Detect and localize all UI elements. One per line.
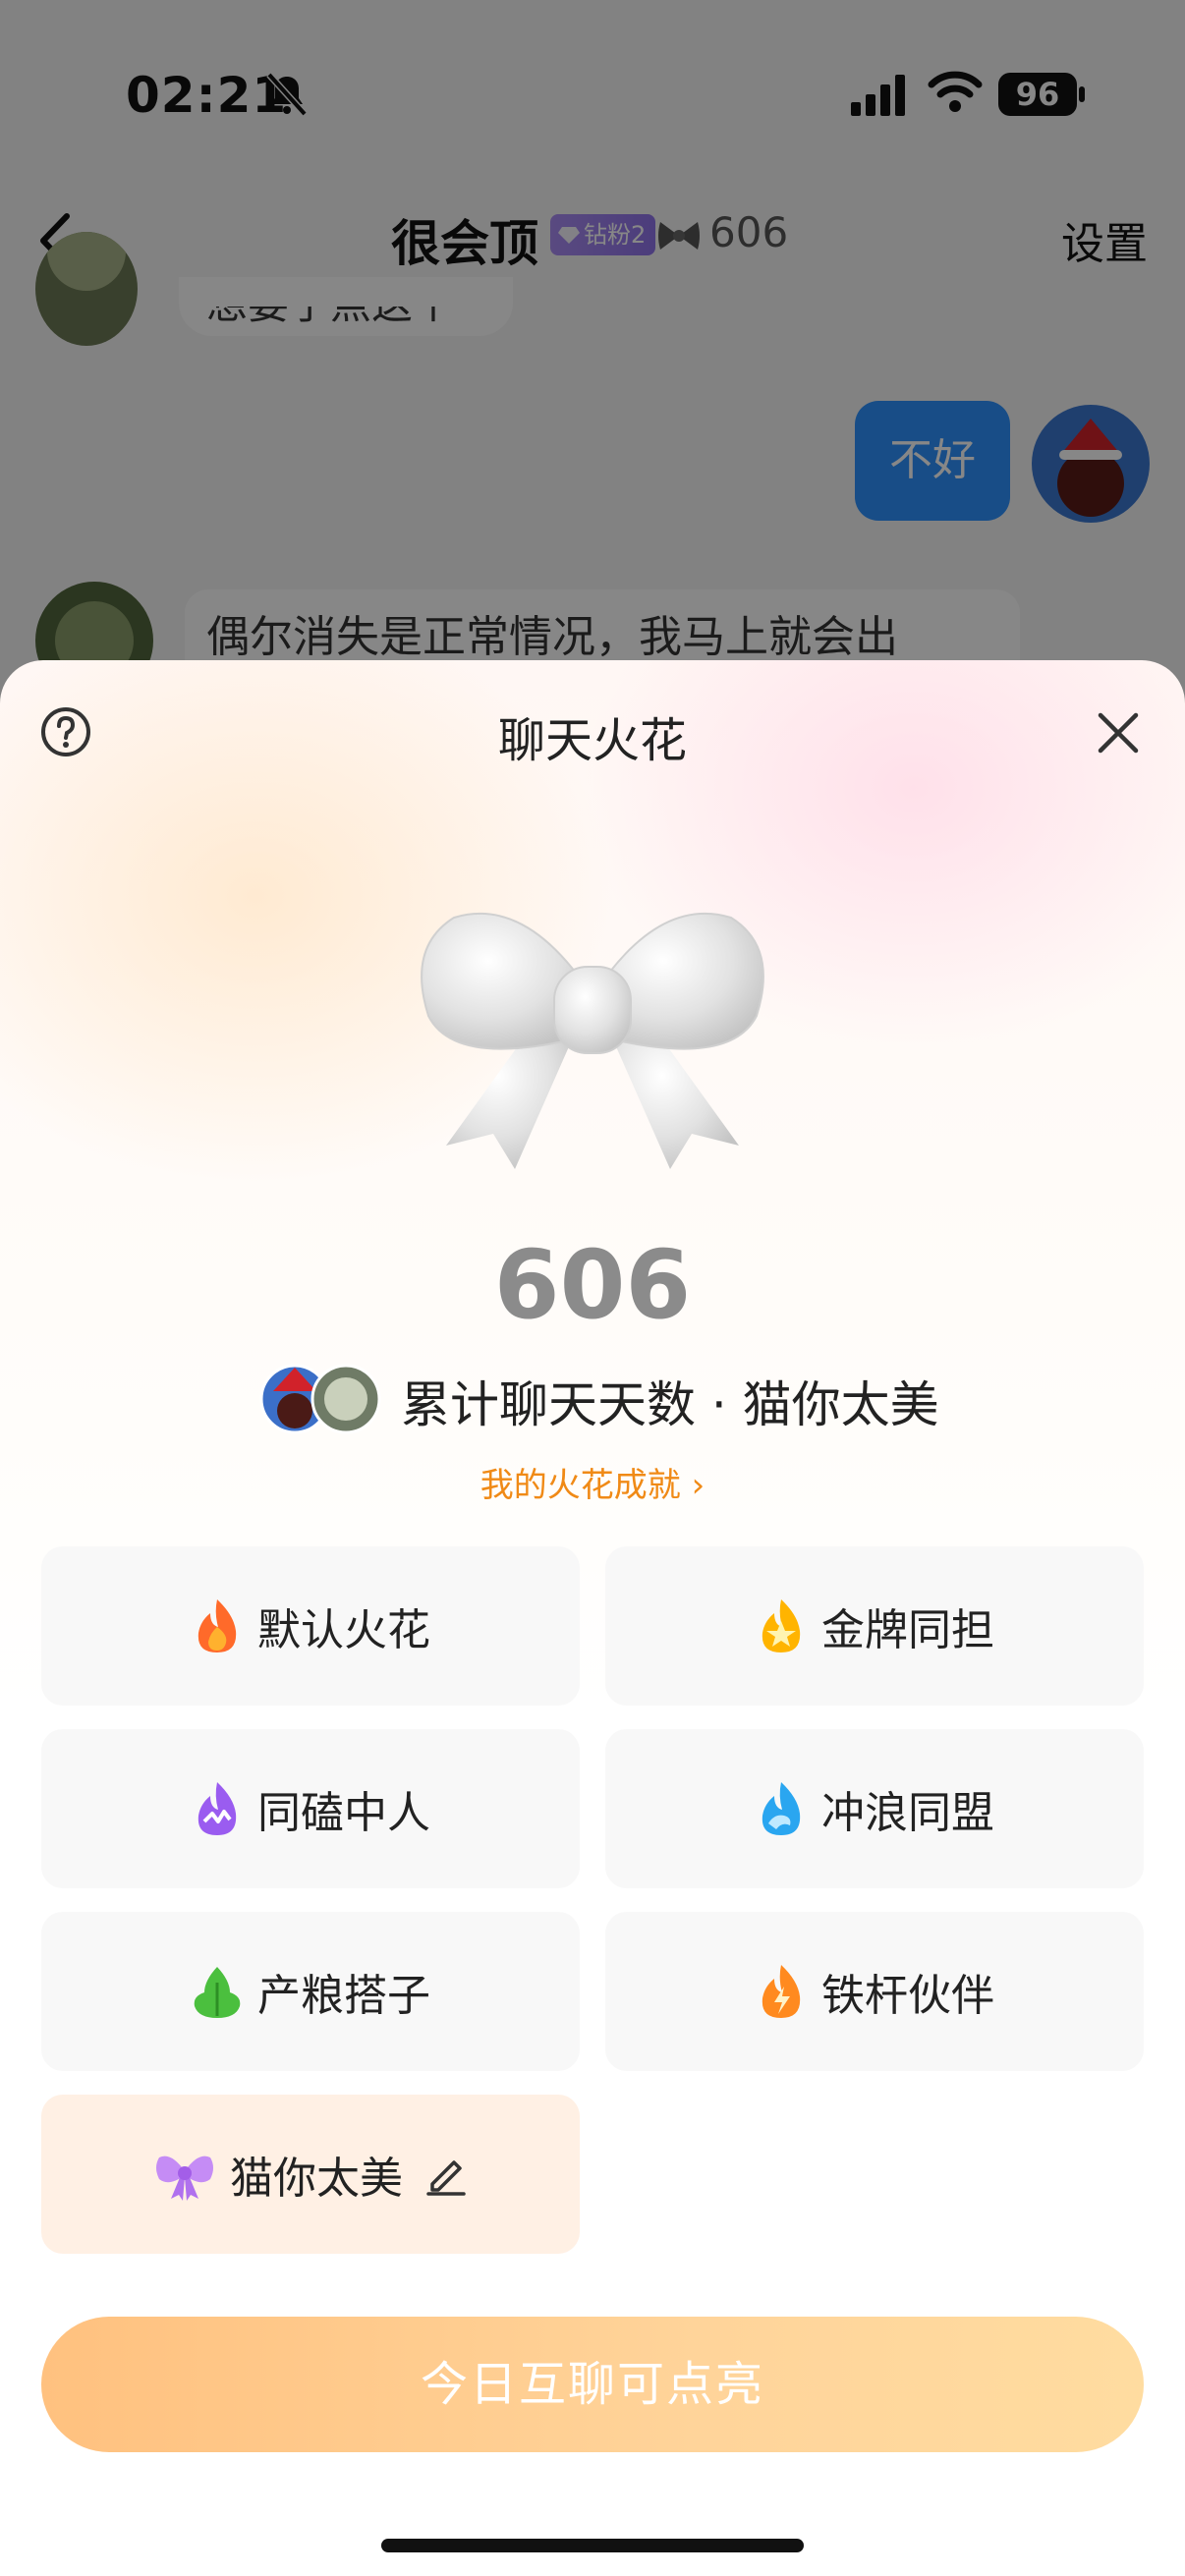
spark-card-tongke[interactable]: 同磕中人 <box>41 1729 580 1888</box>
flame-blue-wave-icon <box>762 1782 801 1835</box>
flame-gold-star-icon <box>762 1599 801 1652</box>
spark-card-label: 产粮搭子 <box>257 1971 430 2021</box>
flame-purple-icon <box>198 1782 237 1835</box>
purple-bow-icon <box>156 2156 213 2201</box>
light-up-button[interactable]: 今日互聊可点亮 <box>41 2317 1144 2452</box>
home-indicator <box>381 2539 804 2552</box>
spark-card-label: 铁杆伙伴 <box>821 1971 994 2021</box>
sheet-title: 聊天火花 <box>497 713 687 768</box>
pair-avatars <box>259 1364 381 1434</box>
spark-card-label: 冲浪同盟 <box>821 1788 994 1838</box>
cumulative-days-label: 累计聊天天数 · 猫你太美 <box>401 1376 939 1433</box>
silver-bow-icon <box>421 912 764 1169</box>
spark-card-tiegan[interactable]: 铁杆伙伴 <box>605 1912 1144 2071</box>
close-icon[interactable] <box>1097 711 1140 755</box>
spark-card-label: 金牌同担 <box>821 1605 994 1655</box>
spark-day-count: 606 <box>493 1230 692 1340</box>
spark-card-liang[interactable]: 产粮搭子 <box>41 1912 580 2071</box>
spark-card-label: 同磕中人 <box>257 1788 430 1838</box>
flame-orange-icon <box>198 1599 237 1652</box>
spark-achievement-link[interactable]: 我的火花成就 › <box>0 1458 1185 1506</box>
flame-lightning-icon <box>762 1965 801 2018</box>
leaf-green-icon <box>194 1967 241 2018</box>
edit-pencil-icon[interactable] <box>424 2153 468 2196</box>
spark-card-gold[interactable]: 金牌同担 <box>605 1546 1144 1706</box>
spark-card-label: 猫你太美 <box>230 2154 403 2204</box>
spark-card-label: 默认火花 <box>257 1605 430 1655</box>
spark-card-surf[interactable]: 冲浪同盟 <box>605 1729 1144 1888</box>
chat-spark-sheet: 聊天火花 606 累计聊天天数 · 猫你太美 我的火花成就 › 默认火花 金牌同… <box>0 660 1185 2576</box>
spark-card-custom[interactable]: 猫你太美 <box>41 2095 580 2254</box>
spark-card-default[interactable]: 默认火花 <box>41 1546 580 1706</box>
